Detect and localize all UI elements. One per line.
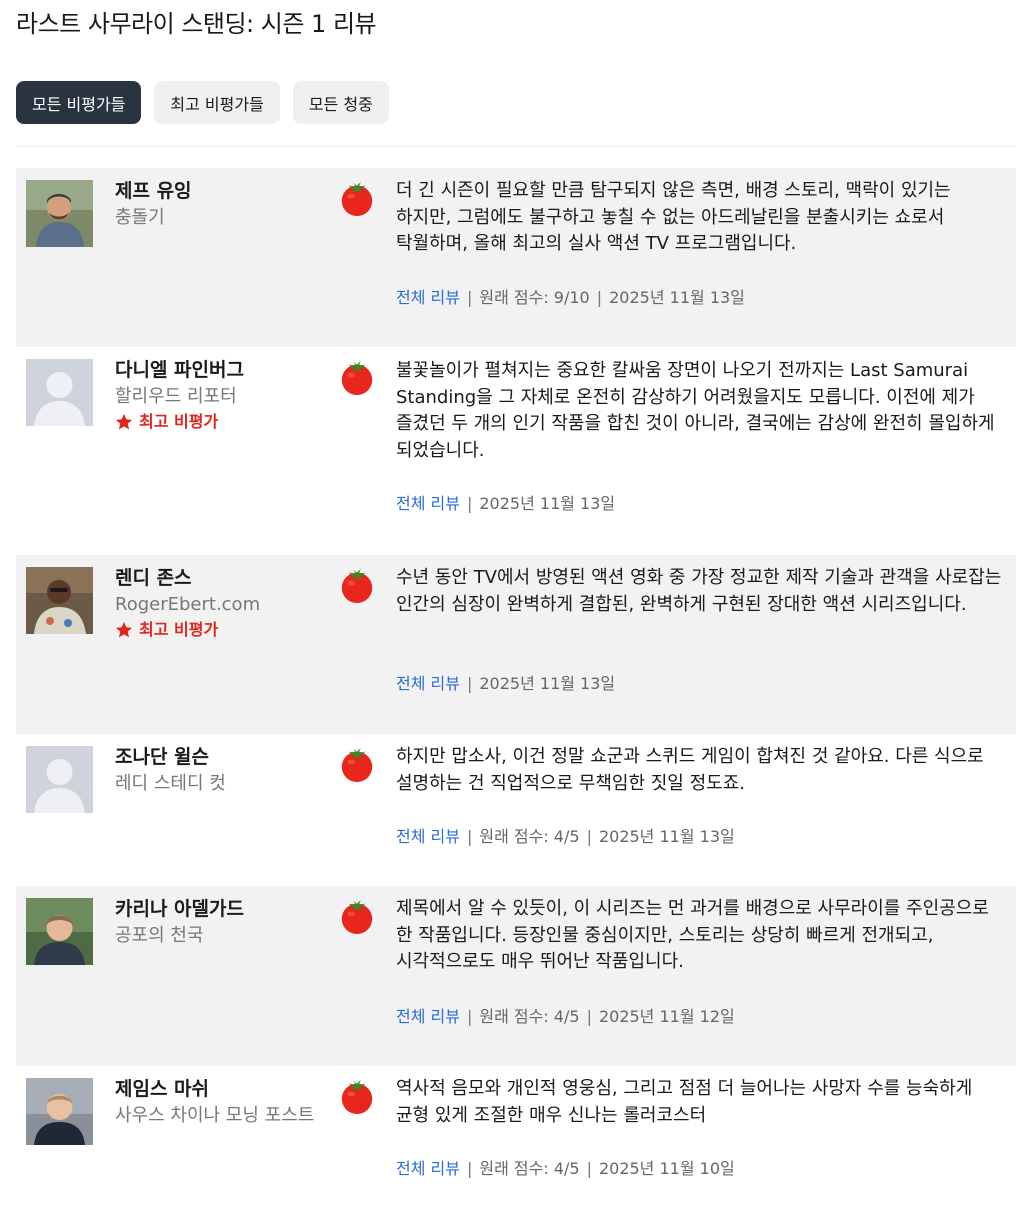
- critic-name[interactable]: 제임스 마쉬: [115, 1076, 320, 1103]
- star-icon: [115, 621, 133, 639]
- original-score: 원래 점수: 4/5: [479, 1007, 580, 1026]
- separator: |: [596, 288, 603, 307]
- fresh-tomato-icon: [338, 897, 376, 935]
- critic-avatar[interactable]: [26, 746, 93, 813]
- critic-name[interactable]: 제프 유잉: [115, 178, 320, 205]
- critic-avatar[interactable]: [26, 359, 93, 426]
- review-card: 조나단 윌슨 레디 스테디 컷 하지만 맙소사, 이건 정말 쇼군과 스퀴드 게…: [16, 734, 1016, 886]
- review-quote: 불꽃놀이가 펼쳐지는 중요한 칼싸움 장면이 나오기 전까지는 Last Sam…: [396, 360, 995, 461]
- critic-avatar[interactable]: [26, 567, 93, 634]
- review-date: 2025년 11월 13일: [598, 827, 735, 846]
- review-card: 제임스 마쉬 사우스 차이나 모닝 포스트 역사적 음모와 개인적 영웅심, 그…: [16, 1066, 1016, 1224]
- review-date: 2025년 11월 13일: [479, 674, 616, 693]
- full-review-link[interactable]: 전체 리뷰: [396, 826, 460, 848]
- full-review-link[interactable]: 전체 리뷰: [396, 493, 460, 515]
- critic-publication[interactable]: 레디 스테디 컷: [115, 771, 320, 797]
- critic-publication[interactable]: 사우스 차이나 모닝 포스트: [115, 1103, 320, 1129]
- review-meta: 전체 리뷰 | 원래 점수: 4/5 | 2025년 11월 12일: [396, 1006, 735, 1028]
- review-date: 2025년 11월 13일: [609, 288, 745, 307]
- star-icon: [115, 413, 133, 431]
- fresh-tomato-icon: [338, 179, 376, 217]
- separator: |: [586, 1007, 592, 1026]
- review-meta: 전체 리뷰 | 원래 점수: 9/10 | 2025년 11월 13일: [396, 287, 745, 309]
- divider: [16, 146, 1016, 147]
- original-score: 원래 점수: 9/10: [479, 288, 590, 307]
- separator: |: [466, 1007, 473, 1026]
- full-review-link[interactable]: 전체 리뷰: [396, 1006, 460, 1028]
- review-date: 2025년 11월 12일: [598, 1007, 735, 1026]
- review-card: 카리나 아델가드 공포의 천국 제목에서 알 수 있듯이, 이 시리즈는 먼 과…: [16, 886, 1016, 1066]
- critic-publication[interactable]: 공포의 천국: [115, 923, 320, 949]
- fresh-tomato-icon: [338, 358, 376, 396]
- review-quote: 더 긴 시즌이 필요할 만큼 탐구되지 않은 측면, 배경 스토리, 맥락이 있…: [396, 180, 951, 254]
- critic-info: 조나단 윌슨 레디 스테디 컷: [115, 744, 320, 797]
- top-critic-label: 최고 비평가: [139, 412, 219, 431]
- review-quote: 하지만 맙소사, 이건 정말 쇼군과 스퀴드 게임이 합쳐진 것 같아요. 다른…: [396, 746, 984, 794]
- original-score: 원래 점수: 4/5: [479, 1159, 580, 1178]
- filter-all-critics[interactable]: 모든 비평가들: [16, 81, 142, 124]
- critic-name[interactable]: 렌디 존스: [115, 565, 320, 592]
- review-card: 렌디 존스 RogerEbert.com 최고 비평가 수년 동안 TV에서 방…: [16, 555, 1016, 734]
- review-quote: 수년 동안 TV에서 방영된 액션 영화 중 가장 정교한 제작 기술과 관객을…: [396, 567, 1002, 615]
- review-date: 2025년 11월 13일: [479, 494, 616, 513]
- review-card: 다니엘 파인버그 할리우드 리포터 최고 비평가 불꽃놀이가 펼쳐지는 중요한 …: [16, 347, 1016, 555]
- critic-avatar[interactable]: [26, 1078, 93, 1145]
- full-review-link[interactable]: 전체 리뷰: [396, 287, 460, 309]
- critic-publication[interactable]: RogerEbert.com: [115, 592, 320, 618]
- critic-name[interactable]: 다니엘 파인버그: [115, 357, 320, 384]
- critic-avatar[interactable]: [26, 180, 93, 247]
- critic-publication[interactable]: 충돌기: [115, 205, 320, 231]
- review-card: 제프 유잉 충돌기 더 긴 시즌이 필요할 만큼 탐구되지 않은 측면, 배경 …: [16, 168, 1016, 347]
- review-meta: 전체 리뷰 | 원래 점수: 4/5 | 2025년 11월 10일: [396, 1158, 735, 1180]
- top-critic-label: 최고 비평가: [139, 620, 219, 639]
- critic-name[interactable]: 조나단 윌슨: [115, 744, 320, 771]
- fresh-tomato-icon: [338, 745, 376, 783]
- separator: |: [586, 1159, 592, 1178]
- original-score: 원래 점수: 4/5: [479, 827, 580, 846]
- separator: |: [466, 288, 473, 307]
- review-quote: 제목에서 알 수 있듯이, 이 시리즈는 먼 과거를 배경으로 사무라이를 주인…: [396, 898, 989, 972]
- critic-info: 다니엘 파인버그 할리우드 리포터 최고 비평가: [115, 357, 320, 434]
- critic-filter-tabs: 모든 비평가들 최고 비평가들 모든 청중: [16, 81, 389, 124]
- critic-info: 렌디 존스 RogerEbert.com 최고 비평가: [115, 565, 320, 642]
- critic-publication[interactable]: 할리우드 리포터: [115, 384, 320, 410]
- separator: |: [466, 827, 473, 846]
- review-meta: 전체 리뷰 | 원래 점수: 4/5 | 2025년 11월 13일: [396, 826, 735, 848]
- top-critic-badge: 최고 비평가: [115, 410, 320, 434]
- top-critic-badge: 최고 비평가: [115, 618, 320, 642]
- critic-info: 제프 유잉 충돌기: [115, 178, 320, 231]
- page-title: 라스트 사무라이 스탠딩: 시즌 1 리뷰: [16, 10, 377, 38]
- separator: |: [586, 827, 592, 846]
- separator: |: [466, 1159, 473, 1178]
- filter-top-critics[interactable]: 최고 비평가들: [154, 81, 280, 124]
- critic-avatar[interactable]: [26, 898, 93, 965]
- review-meta: 전체 리뷰 | 2025년 11월 13일: [396, 493, 615, 515]
- critic-info: 제임스 마쉬 사우스 차이나 모닝 포스트: [115, 1076, 320, 1129]
- full-review-link[interactable]: 전체 리뷰: [396, 673, 460, 695]
- review-date: 2025년 11월 10일: [598, 1159, 735, 1178]
- separator: |: [466, 494, 473, 513]
- critic-info: 카리나 아델가드 공포의 천국: [115, 896, 320, 949]
- full-review-link[interactable]: 전체 리뷰: [396, 1158, 460, 1180]
- fresh-tomato-icon: [338, 566, 376, 604]
- critic-name[interactable]: 카리나 아델가드: [115, 896, 320, 923]
- fresh-tomato-icon: [338, 1077, 376, 1115]
- review-quote: 역사적 음모와 개인적 영웅심, 그리고 점점 더 늘어나는 사망자 수를 능숙…: [396, 1078, 973, 1126]
- filter-all-audience[interactable]: 모든 청중: [292, 81, 389, 124]
- review-meta: 전체 리뷰 | 2025년 11월 13일: [396, 673, 615, 695]
- separator: |: [466, 674, 473, 693]
